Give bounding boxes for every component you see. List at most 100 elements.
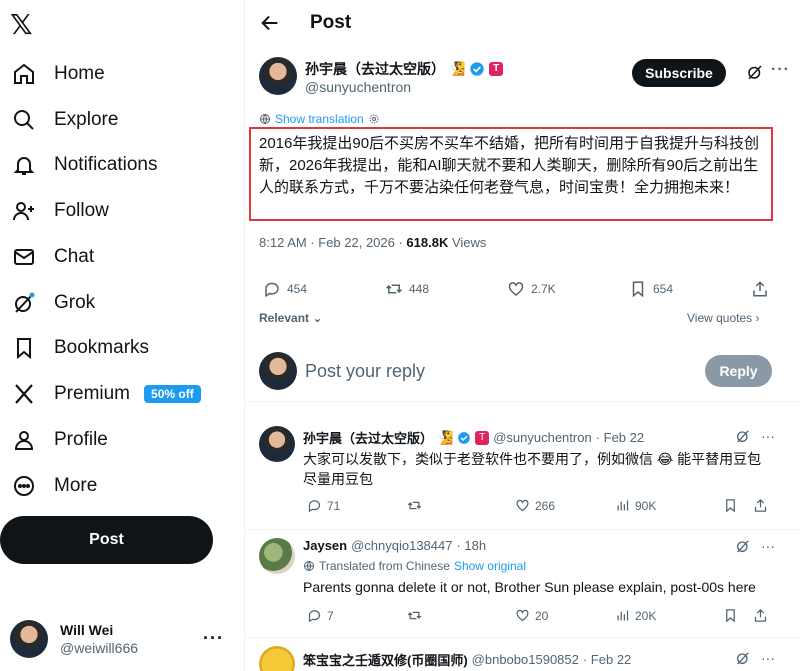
- share-icon: [754, 608, 767, 622]
- sidebar-item-chat[interactable]: Chat: [8, 237, 94, 277]
- sidebar-item-more[interactable]: More: [8, 466, 97, 506]
- like-action[interactable]: 20: [515, 608, 548, 623]
- sidebar-item-grok[interactable]: Grok: [8, 283, 95, 323]
- reply-time[interactable]: · Feb 22: [583, 652, 631, 667]
- bookmark-action[interactable]: [723, 608, 738, 623]
- repost-action[interactable]: [407, 608, 422, 623]
- views-action[interactable]: 90K: [615, 498, 656, 513]
- bookmark-action[interactable]: [723, 498, 738, 513]
- sidebar-item-label: More: [54, 475, 98, 496]
- like-action[interactable]: 266: [515, 498, 555, 513]
- tron-badge-icon: T: [475, 430, 490, 445]
- reply-author-name[interactable]: Jaysen: [303, 538, 347, 553]
- reply-author-handle[interactable]: @chnyqio138447: [351, 538, 452, 553]
- more-circle-icon: [10, 472, 38, 500]
- views-count: 90K: [635, 498, 657, 513]
- bookmark-action[interactable]: 654: [629, 280, 673, 298]
- reply-item[interactable]: 笨宝宝之壬遁双修(币圈国师) @bnbobo1590852 · Feb 22 ·…: [245, 638, 800, 671]
- views-count: 20K: [635, 608, 657, 623]
- chevron-down-icon: ⌄: [309, 311, 323, 325]
- share-action[interactable]: [753, 498, 768, 513]
- reply-action[interactable]: 71: [307, 498, 340, 513]
- more-icon[interactable]: ···: [761, 428, 775, 444]
- sidebar-item-bookmarks[interactable]: Bookmarks: [8, 328, 149, 368]
- sidebar-item-home[interactable]: Home: [8, 54, 105, 94]
- sidebar-item-follow[interactable]: Follow: [8, 191, 109, 231]
- more-icon[interactable]: ···: [203, 628, 224, 649]
- view-quotes-link[interactable]: View quotes ›: [687, 311, 760, 325]
- more-icon[interactable]: ···: [761, 538, 775, 554]
- translated-from-label: Translated from Chinese: [319, 559, 450, 573]
- like-count: 2.7K: [531, 282, 556, 296]
- like-action[interactable]: 2.7K: [507, 280, 556, 298]
- more-icon[interactable]: ···: [771, 61, 790, 79]
- sidebar-item-explore[interactable]: Explore: [8, 100, 118, 140]
- translated-notice: Translated from Chinese Show original: [303, 559, 526, 573]
- back-arrow-icon[interactable]: [259, 12, 281, 34]
- reply-time[interactable]: · 18h: [456, 538, 486, 553]
- grok-icon[interactable]: [735, 428, 751, 444]
- share-action[interactable]: [751, 280, 769, 298]
- reply-action[interactable]: 454: [263, 280, 307, 298]
- reply-sort-label: Relevant: [259, 311, 310, 325]
- verified-icon: [458, 431, 471, 444]
- subscribe-button[interactable]: Subscribe: [632, 59, 726, 87]
- author-handle[interactable]: @sunyuchentron: [305, 79, 411, 95]
- author-avatar[interactable]: [259, 57, 297, 95]
- x-logo-icon: [10, 380, 38, 408]
- reply-author-handle[interactable]: @bnbobo1590852: [472, 652, 579, 667]
- reply-author-name[interactable]: 笨宝宝之壬遁双修(币圈国师): [303, 650, 468, 669]
- reply-author-handle[interactable]: @sunyuchentron: [493, 430, 591, 445]
- reply-icon: [265, 282, 279, 298]
- page-title: Post: [310, 12, 352, 33]
- reply-right-actions: ···: [735, 538, 775, 554]
- tweet-meta: 8:12 AM · Feb 22, 2026 · 618.8K Views: [259, 235, 486, 250]
- sidebar-item-premium[interactable]: Premium 50% off: [8, 374, 201, 414]
- grok-icon[interactable]: [735, 650, 751, 666]
- reply-sort-dropdown[interactable]: Relevant ⌄: [259, 311, 322, 325]
- account-switcher[interactable]: Will Wei @weiwill666 ···: [10, 618, 238, 660]
- sidebar-item-label: Profile: [54, 429, 108, 450]
- heart-icon: [508, 282, 524, 296]
- more-icon[interactable]: ···: [761, 650, 775, 666]
- reply-avatar[interactable]: [259, 426, 295, 462]
- gear-icon: [369, 114, 379, 124]
- views-icon: [617, 500, 629, 511]
- reply-count: 7: [327, 608, 334, 623]
- reply-avatar[interactable]: [259, 538, 295, 574]
- show-translation-link[interactable]: Show translation: [259, 112, 380, 126]
- sidebar-item-label: Explore: [54, 109, 119, 130]
- views-action[interactable]: 20K: [615, 608, 656, 623]
- sidebar-item-profile[interactable]: Profile: [8, 420, 108, 460]
- reply-item[interactable]: 孙宇晨（去过太空版） 🧏 T @sunyuchentron · Feb 22 ·…: [245, 414, 800, 530]
- repost-action[interactable]: 448: [385, 280, 429, 298]
- tweet-timestamp[interactable]: 8:12 AM · Feb 22, 2026 ·: [259, 235, 406, 250]
- repost-action[interactable]: [407, 498, 422, 513]
- reply-avatar[interactable]: [259, 646, 295, 671]
- reply-right-actions: ···: [735, 650, 775, 666]
- heart-icon: [516, 609, 529, 622]
- reply-item[interactable]: Jaysen @chnyqio138447 · 18h ··· Translat…: [245, 530, 800, 638]
- grok-icon[interactable]: [735, 538, 751, 554]
- post-button[interactable]: Post: [0, 516, 213, 564]
- bell-icon: [10, 151, 38, 179]
- reply-action[interactable]: 7: [307, 608, 334, 623]
- bookmark-icon: [726, 499, 735, 513]
- share-action[interactable]: [753, 608, 768, 623]
- author-name-row[interactable]: 孙宇晨（去过太空版） 🧏 T: [305, 59, 504, 79]
- reply-author-name[interactable]: 孙宇晨（去过太空版）: [303, 428, 433, 447]
- grok-icon[interactable]: [746, 63, 764, 81]
- reply-time[interactable]: · Feb 22: [596, 430, 644, 445]
- reply-button[interactable]: Reply: [705, 355, 772, 387]
- show-original-link[interactable]: Show original: [454, 559, 526, 573]
- reply-action-bar: 71 266 90K: [303, 498, 773, 516]
- page-header: Post: [245, 0, 800, 46]
- repost-icon: [385, 284, 403, 294]
- reply-header: 孙宇晨（去过太空版） 🧏 T @sunyuchentron · Feb 22: [303, 428, 644, 447]
- reply-text: 大家可以发散下，类似于老登软件也不要用了，例如微信 😂 能平替用豆包尽量用豆包: [303, 451, 762, 487]
- sidebar-item-label: Home: [54, 63, 105, 84]
- reply-count: 71: [327, 498, 341, 513]
- sidebar-item-notifications[interactable]: Notifications: [8, 145, 158, 185]
- x-logo[interactable]: 𝕏: [10, 10, 40, 40]
- reply-input[interactable]: Post your reply: [305, 361, 425, 382]
